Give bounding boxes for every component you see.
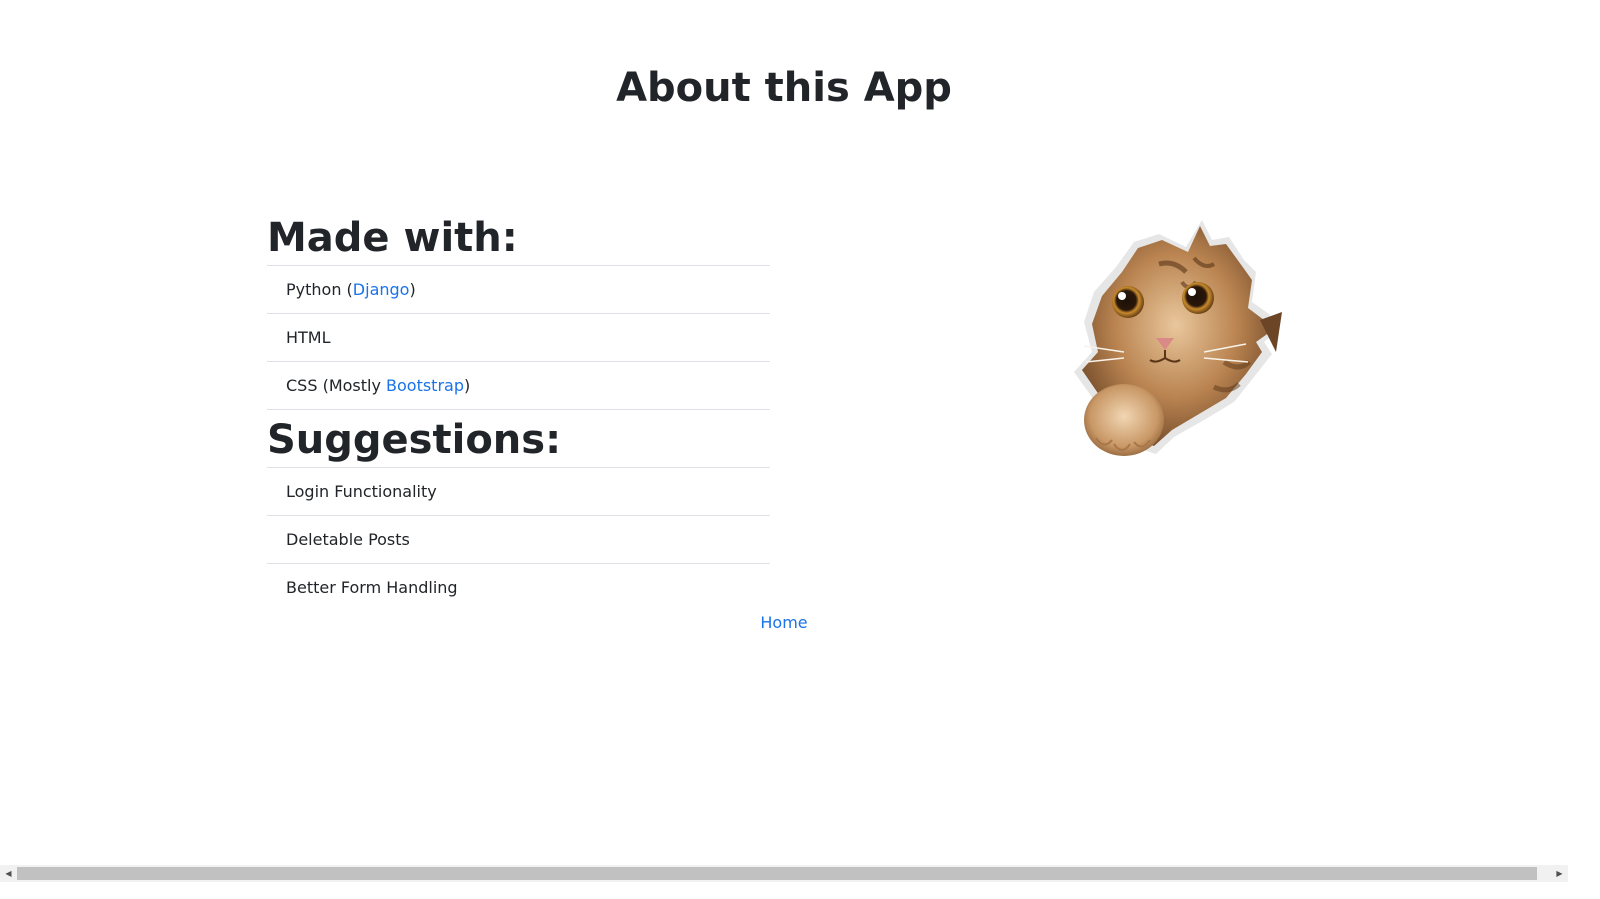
list-item-text: CSS (Mostly bbox=[286, 376, 387, 395]
horizontal-scrollbar[interactable]: ◀ ▶ bbox=[0, 865, 1568, 882]
list-item: HTML bbox=[267, 314, 770, 362]
about-page: About this App Made with: Python (Django… bbox=[0, 0, 1568, 899]
list-item: Login Functionality bbox=[267, 468, 770, 516]
cat-peeking-icon bbox=[1074, 220, 1282, 456]
about-content: Made with: Python (Django) HTML CSS (Mos… bbox=[267, 208, 770, 612]
scrollbar-thumb[interactable] bbox=[17, 867, 1537, 880]
scroll-left-icon[interactable]: ◀ bbox=[0, 865, 17, 882]
bootstrap-link[interactable]: Bootstrap bbox=[386, 376, 464, 395]
list-item-text: HTML bbox=[286, 328, 331, 347]
list-item: CSS (Mostly Bootstrap) bbox=[267, 362, 770, 410]
page-title: About this App bbox=[616, 65, 952, 111]
made-with-heading: Made with: bbox=[267, 208, 770, 266]
list-item: Deletable Posts bbox=[267, 516, 770, 564]
list-item: Python (Django) bbox=[267, 266, 770, 314]
scroll-right-icon[interactable]: ▶ bbox=[1551, 865, 1568, 882]
home-link[interactable]: Home bbox=[760, 613, 807, 632]
suggestions-heading: Suggestions: bbox=[267, 410, 770, 468]
list-item-text: Python ( bbox=[286, 280, 353, 299]
suggestions-list: Login Functionality Deletable Posts Bett… bbox=[267, 468, 770, 612]
cat-image bbox=[1064, 212, 1302, 476]
list-item-text: ) bbox=[464, 376, 471, 395]
django-link[interactable]: Django bbox=[353, 280, 410, 299]
made-with-list: Python (Django) HTML CSS (Mostly Bootstr… bbox=[267, 266, 770, 410]
list-item: Better Form Handling bbox=[286, 578, 458, 597]
home-link-wrapper: Home bbox=[0, 612, 1568, 634]
list-item-text: ) bbox=[409, 280, 416, 299]
